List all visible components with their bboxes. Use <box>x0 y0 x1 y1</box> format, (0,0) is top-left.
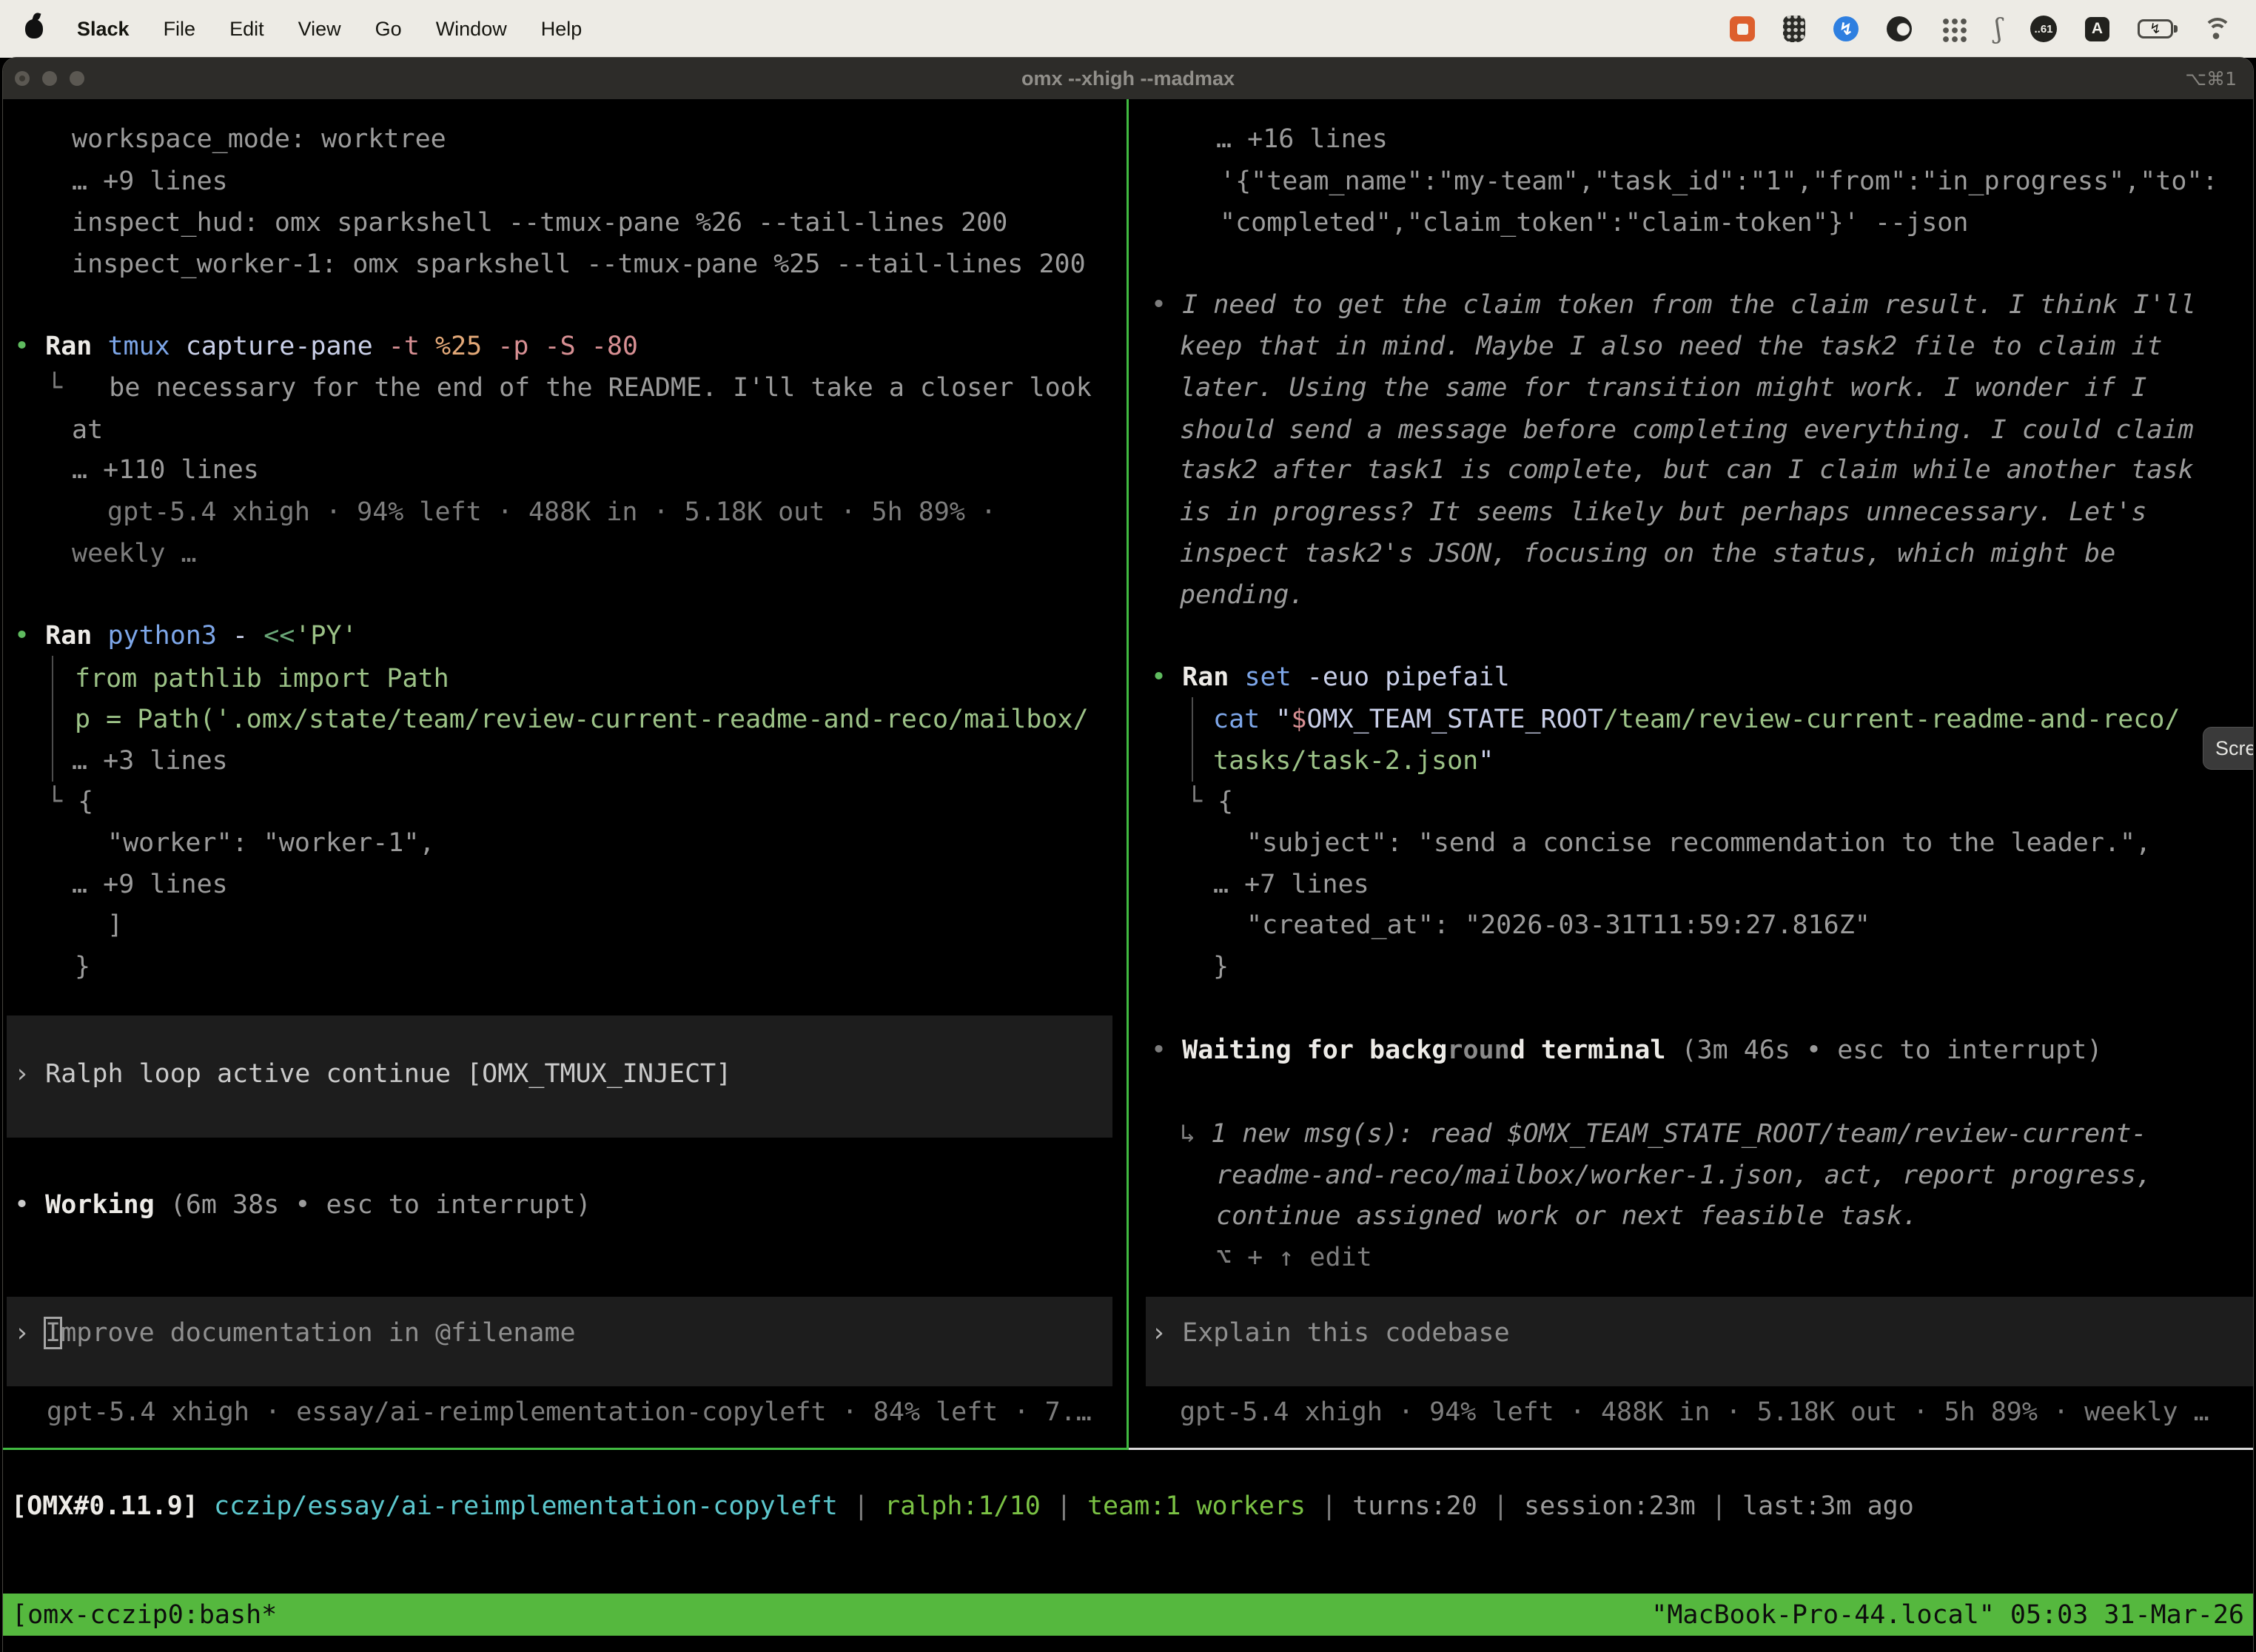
terminal-line: later. Using the same for transition mig… <box>1180 371 2146 405</box>
close-button[interactable] <box>15 71 30 86</box>
terminal-window: omx --xhigh --madmax ⌥⌘1 workspace_mode:… <box>3 58 2253 1652</box>
terminal-line: inspect_worker-1: omx sparkshell --tmux-… <box>72 247 1086 281</box>
terminal-line: … +110 lines <box>72 453 259 487</box>
terminal-line: at <box>72 413 103 447</box>
keypad-icon[interactable] <box>1783 16 1805 42</box>
pane-bottom-border-inactive <box>1129 1448 2253 1450</box>
input-source-icon[interactable]: A <box>2085 17 2109 41</box>
battery-icon[interactable]: ↯ <box>2138 19 2173 38</box>
screen-notification-overlay: Scre <box>2203 727 2253 770</box>
minimize-button[interactable] <box>42 71 57 86</box>
window-title: omx --xhigh --madmax <box>3 67 2253 90</box>
terminal-line: ↳ 1 new msg(s): read $OMX_TEAM_STATE_ROO… <box>1180 1117 2146 1151</box>
tmux-pane-right: … +16 lines '{"team_name":"my-team","task… <box>1129 99 2253 1448</box>
terminal-line: cat "$OMX_TEAM_STATE_ROOT/team/review-cu… <box>1213 702 2180 736</box>
dots-grid-icon[interactable] <box>1940 16 1967 42</box>
menu-items: File Edit View Go Window Help <box>164 18 583 41</box>
terminal-line: tasks/task-2.json" <box>1213 744 1494 778</box>
terminal-line: • Working (6m 38s • esc to interrupt) <box>14 1188 591 1222</box>
terminal-line: keep that in mind. Maybe I also need the… <box>1180 329 2163 363</box>
terminal-line: … +9 lines <box>72 867 228 901</box>
terminal-line: inspect task2's JSON, focusing on the st… <box>1180 537 2115 571</box>
menu-help[interactable]: Help <box>541 18 583 41</box>
terminal-line: … +3 lines <box>72 744 228 778</box>
terminal-line: task2 after task1 is complete, but can I… <box>1180 453 2194 487</box>
terminal-line: p = Path('.omx/state/team/review-current… <box>75 702 1089 736</box>
terminal-line: inspect_hud: omx sparkshell --tmux-pane … <box>72 206 1007 240</box>
terminal-line: └ { <box>1186 785 1233 819</box>
menubar-status-icons: ↯ ʃ ..61 A ↯ <box>1730 14 2231 44</box>
terminal-line: pending. <box>1180 578 1305 612</box>
terminal-line: … +16 lines <box>1216 122 1388 156</box>
lightning-badge-icon[interactable]: ↯ <box>1833 16 1859 41</box>
terminal-line: "created_at": "2026-03-31T11:59:27.816Z" <box>1246 908 1870 942</box>
window-titlebar[interactable]: omx --xhigh --madmax ⌥⌘1 <box>3 58 2253 99</box>
slack-status-icon[interactable] <box>1730 16 1755 41</box>
terminal-line: › Ralph loop active continue [OMX_TMUX_I… <box>14 1057 731 1091</box>
tmux-pane-divider[interactable] <box>1127 99 1129 1450</box>
terminal-line: • Waiting for background terminal (3m 46… <box>1151 1033 2102 1067</box>
terminal-line: › Explain this codebase <box>1151 1316 1510 1350</box>
terminal-line: • Ran python3 - <<'PY' <box>14 619 357 653</box>
menu-window[interactable]: Window <box>436 18 507 41</box>
terminal-line: } <box>1213 950 1229 984</box>
menu-file[interactable]: File <box>164 18 196 41</box>
terminal-line: ⌥ + ↑ edit <box>1216 1240 1372 1275</box>
terminal-line: › Improve documentation in @filename <box>14 1316 576 1350</box>
wifi-icon[interactable] <box>2201 17 2231 41</box>
terminal-line: gpt-5.4 xhigh · 94% left · 488K in · 5.1… <box>1180 1395 2209 1429</box>
terminal-line: weekly … <box>72 537 197 571</box>
active-app-name[interactable]: Slack <box>77 18 130 41</box>
terminal-line: '{"team_name":"my-team","task_id":"1","f… <box>1220 164 2218 198</box>
terminal-line: gpt-5.4 xhigh · essay/ai-reimplementatio… <box>47 1395 1092 1429</box>
terminal-line: • Ran set -euo pipefail <box>1151 660 1510 694</box>
hook-icon[interactable]: ʃ <box>1995 14 2002 44</box>
terminal-line: gpt-5.4 xhigh · 94% left · 488K in · 5.1… <box>107 495 996 529</box>
menu-edit[interactable]: Edit <box>229 18 264 41</box>
zoom-button[interactable] <box>70 71 84 86</box>
moon-icon[interactable] <box>1887 16 1912 41</box>
terminal-line: … +7 lines <box>1213 867 1369 901</box>
terminal-line: is in progress? It seems likely but perh… <box>1180 495 2146 529</box>
terminal-line: ] <box>107 908 123 942</box>
terminal-line: • Ran tmux capture-pane -t %25 -p -S -80 <box>14 329 638 363</box>
output-connector-line <box>52 656 53 782</box>
terminal-line: … +9 lines <box>72 164 228 198</box>
battery-percent-icon[interactable]: ..61 <box>2030 16 2057 42</box>
tmux-session-label: [omx-cczip0:bash* <box>12 1600 277 1630</box>
window-shortcut-badge: ⌥⌘1 <box>2185 68 2237 90</box>
terminal-line: "subject": "send a concise recommendatio… <box>1246 826 2151 860</box>
terminal-line: └ { <box>47 785 93 819</box>
terminal-line: } <box>75 950 90 984</box>
menu-view[interactable]: View <box>298 18 341 41</box>
menubar: Slack File Edit View Go Window Help ↯ ʃ ..61 A ↯ <box>0 0 2256 58</box>
terminal-line: continue assigned work or next feasible … <box>1216 1199 1918 1233</box>
terminal-line: "completed","claim_token":"claim-token"}… <box>1220 206 1968 240</box>
pane-bottom-border-active <box>3 1448 1129 1450</box>
terminal-line: readme-and-reco/mailbox/worker-1.json, a… <box>1216 1158 2152 1192</box>
terminal-line: workspace_mode: worktree <box>72 122 446 156</box>
terminal-content: workspace_mode: worktree … +9 lines inspec… <box>3 99 2253 1652</box>
terminal-line: [OMX#0.11.9] cczip/essay/ai-reimplementa… <box>11 1489 1914 1523</box>
menu-go[interactable]: Go <box>375 18 402 41</box>
terminal-line: └ be necessary for the end of the README… <box>47 371 1092 405</box>
output-connector-line <box>1192 697 1193 782</box>
tmux-pane-left: workspace_mode: worktree … +9 lines inspec… <box>3 99 1127 1448</box>
terminal-line: • I need to get the claim token from the… <box>1151 288 2196 322</box>
terminal-line: should send a message before completing … <box>1180 413 2194 447</box>
terminal-line: "worker": "worker-1", <box>107 826 435 860</box>
tmux-host-clock: "MacBook-Pro-44.local" 05:03 31-Mar-26 <box>1651 1600 2244 1630</box>
terminal-line: from pathlib import Path <box>75 662 449 696</box>
apple-menu-icon[interactable] <box>25 19 43 38</box>
tmux-status-bar: [omx-cczip0:bash* "MacBook-Pro-44.local"… <box>3 1594 2253 1636</box>
